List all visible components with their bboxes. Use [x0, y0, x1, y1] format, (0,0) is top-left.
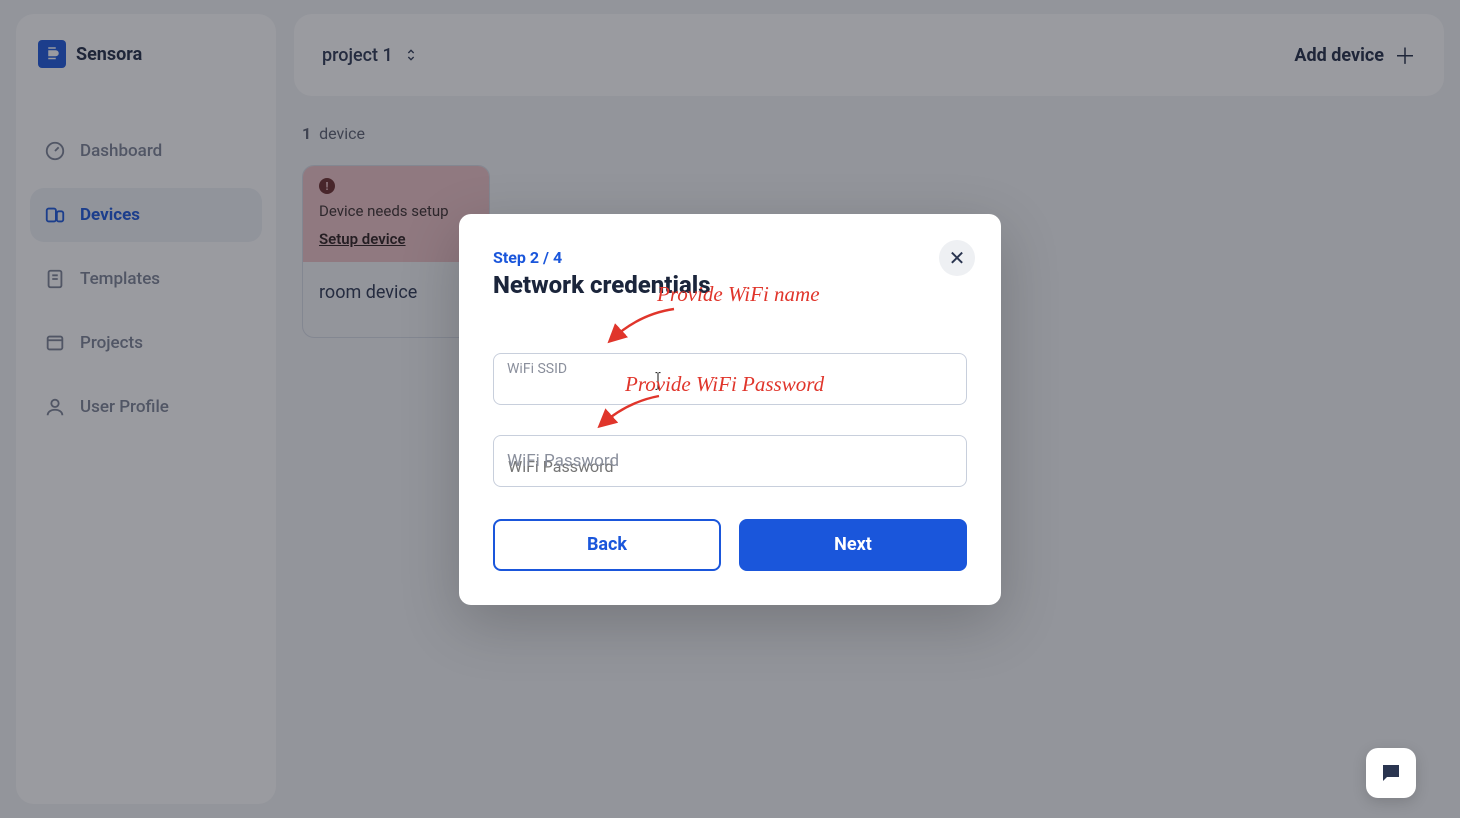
- close-button[interactable]: ✕: [939, 240, 975, 276]
- modal-step-label: Step 2 / 4: [493, 248, 967, 267]
- chat-icon: [1379, 761, 1403, 785]
- arrow-ssid-icon: [599, 304, 679, 348]
- wifi-ssid-field-wrap: WiFi SSID: [493, 353, 967, 405]
- next-button[interactable]: Next: [739, 519, 967, 571]
- modal-button-row: Back Next: [493, 519, 967, 571]
- wifi-ssid-input[interactable]: [493, 353, 967, 405]
- modal-overlay: Step 2 / 4 Network credentials ✕ WiFi SS…: [0, 0, 1460, 818]
- chat-fab[interactable]: [1366, 748, 1416, 798]
- back-label: Back: [587, 534, 627, 555]
- close-icon: ✕: [949, 246, 966, 270]
- back-button[interactable]: Back: [493, 519, 721, 571]
- network-credentials-modal: Step 2 / 4 Network credentials ✕ WiFi SS…: [459, 214, 1001, 605]
- wifi-password-field-wrap: WiFi Password: [493, 435, 967, 487]
- modal-title: Network credentials: [493, 271, 967, 299]
- next-label: Next: [834, 534, 872, 555]
- wifi-password-input[interactable]: [493, 435, 967, 487]
